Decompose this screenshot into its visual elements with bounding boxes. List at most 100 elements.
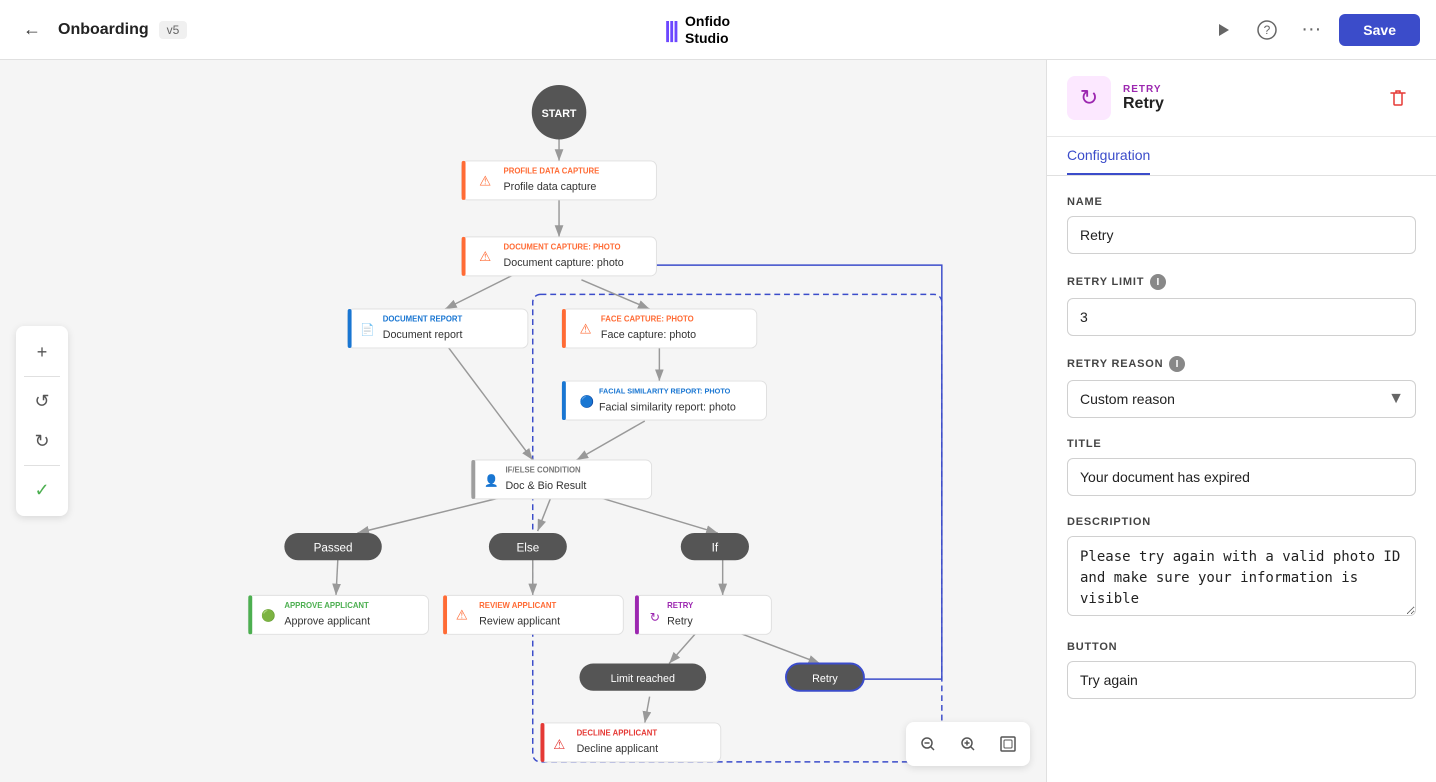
svg-text:FACE CAPTURE: PHOTO: FACE CAPTURE: PHOTO [601,315,694,324]
name-field-label: NAME [1067,196,1416,208]
back-button[interactable]: ← [16,14,48,46]
svg-text:If: If [712,542,719,555]
svg-text:Profile data capture: Profile data capture [504,181,597,193]
add-button[interactable]: + [24,334,60,370]
svg-text:Retry: Retry [812,673,838,685]
panel-icon-wrapper: ↻ [1067,76,1111,120]
svg-text:Document capture: photo: Document capture: photo [504,257,624,269]
svg-text:REVIEW APPLICANT: REVIEW APPLICANT [479,601,556,610]
svg-text:DOCUMENT REPORT: DOCUMENT REPORT [383,315,463,324]
bottom-toolbar [906,722,1030,766]
svg-text:⚠: ⚠ [579,321,591,336]
more-button[interactable]: ··· [1295,14,1327,46]
node-retry[interactable]: RETRY Retry ↻ [635,595,771,634]
header-left: ← Onboarding v5 [16,14,187,46]
svg-text:DOCUMENT CAPTURE: PHOTO: DOCUMENT CAPTURE: PHOTO [504,243,621,252]
svg-text:Document report: Document report [383,329,463,341]
svg-text:🟢: 🟢 [261,609,276,623]
node-facial-sim[interactable]: FACIAL SIMILARITY REPORT: PHOTO Facial s… [562,381,767,420]
flow-diagram: START PROFILE DATA CAPTURE Profile data … [0,60,1046,782]
zoom-in-button[interactable] [950,726,986,762]
retry-icon: ↻ [1080,85,1098,111]
svg-text:Else: Else [517,542,540,555]
svg-text:Doc & Bio Result: Doc & Bio Result [505,480,586,492]
svg-text:🔵: 🔵 [579,394,594,408]
description-textarea[interactable]: Please try again with a valid photo ID a… [1067,536,1416,616]
svg-text:Approve applicant: Approve applicant [284,616,370,628]
retry-limit-input[interactable] [1067,298,1416,336]
node-decline[interactable]: DECLINE APPLICANT Decline applicant ⚠ [541,723,721,762]
svg-text:RETRY: RETRY [667,601,694,610]
panel-header: ↻ RETRY Retry [1047,60,1436,137]
retry-limit-field-group: RETRY LIMIT i [1067,274,1416,336]
panel-label: RETRY [1123,84,1368,95]
title-label: Title [1067,438,1416,450]
svg-text:⚠: ⚠ [456,608,468,623]
button-label: Button [1067,641,1416,653]
node-retry-final[interactable]: Retry [786,664,864,691]
description-field-group: Description Please try again with a vali… [1067,516,1416,621]
svg-text:📄: 📄 [360,322,375,336]
retry-reason-label: RETRY REASON i [1067,356,1416,372]
panel-title-group: RETRY Retry [1123,84,1368,113]
panel-delete-button[interactable] [1380,80,1416,116]
node-doc-report[interactable]: DOCUMENT REPORT Document report 📄 [348,309,528,348]
fit-button[interactable] [990,726,1026,762]
svg-text:Decline applicant: Decline applicant [577,743,659,755]
toolbar-divider-2 [24,465,60,466]
node-profile-data[interactable]: PROFILE DATA CAPTURE Profile data captur… [462,161,657,200]
redo-button[interactable]: ↻ [24,423,60,459]
svg-text:Review applicant: Review applicant [479,616,560,628]
help-button[interactable]: ? [1251,14,1283,46]
zoom-out-button[interactable] [910,726,946,762]
svg-text:⚠: ⚠ [479,249,491,264]
svg-text:Facial similarity report: phot: Facial similarity report: photo [599,401,736,413]
title-input[interactable] [1067,458,1416,496]
retry-limit-info-icon[interactable]: i [1150,274,1166,290]
node-approve[interactable]: APPROVE APPLICANT Approve applicant 🟢 [248,595,428,634]
panel-name: Retry [1123,95,1368,113]
retry-reason-select-wrapper: Custom reason Document expired Poor qual… [1067,380,1416,418]
right-panel: ↻ RETRY Retry Configuration NAME [1046,60,1436,782]
left-toolbar: + ↺ ↻ ✓ [16,326,68,516]
retry-reason-info-icon[interactable]: i [1169,356,1185,372]
svg-text:⚠: ⚠ [553,737,565,752]
name-field-group: NAME [1067,196,1416,254]
description-label: Description [1067,516,1416,528]
play-button[interactable] [1207,14,1239,46]
project-title: Onboarding [58,21,149,39]
node-doc-capture[interactable]: DOCUMENT CAPTURE: PHOTO Document capture… [462,237,657,276]
header: ← Onboarding v5 ||| Onfido Studio ? ··· … [0,0,1436,60]
save-button[interactable]: Save [1339,14,1420,46]
header-right: ? ··· Save [1207,14,1420,46]
retry-reason-field-group: RETRY REASON i Custom reason Document ex… [1067,356,1416,418]
title-field-group: Title [1067,438,1416,496]
tab-configuration[interactable]: Configuration [1067,137,1150,175]
panel-tabs: Configuration [1047,137,1436,176]
svg-text:Retry: Retry [667,616,693,628]
svg-text:👤: 👤 [484,473,499,487]
undo-button[interactable]: ↺ [24,383,60,419]
version-badge: v5 [159,21,188,39]
name-input[interactable] [1067,216,1416,254]
panel-content: NAME RETRY LIMIT i RETRY REASON i [1047,176,1436,739]
svg-text:↻: ↻ [650,611,661,625]
node-limit-reached[interactable]: Limit reached [579,664,706,691]
svg-text:Passed: Passed [314,542,353,555]
canvas-area[interactable]: + ↺ ↻ ✓ [0,60,1046,782]
retry-limit-label: RETRY LIMIT i [1067,274,1416,290]
svg-text:FACIAL SIMILARITY REPORT: PHOT: FACIAL SIMILARITY REPORT: PHOTO [599,387,731,396]
confirm-button[interactable]: ✓ [24,472,60,508]
node-else[interactable]: Else [489,533,567,560]
node-if-else[interactable]: IF/ELSE CONDITION Doc & Bio Result 👤 [471,460,651,499]
node-face-capture[interactable]: FACE CAPTURE: PHOTO Face capture: photo … [562,309,757,348]
logo-icon: ||| [665,17,677,43]
retry-reason-select[interactable]: Custom reason Document expired Poor qual… [1067,380,1416,418]
button-input[interactable] [1067,661,1416,699]
node-if[interactable]: If [681,533,749,560]
svg-text:?: ? [1264,23,1271,37]
node-passed[interactable]: Passed [284,533,381,560]
node-review[interactable]: REVIEW APPLICANT Review applicant ⚠ [443,595,623,634]
logo-text: Onfido Studio [685,13,730,47]
svg-text:Face capture: photo: Face capture: photo [601,329,696,341]
